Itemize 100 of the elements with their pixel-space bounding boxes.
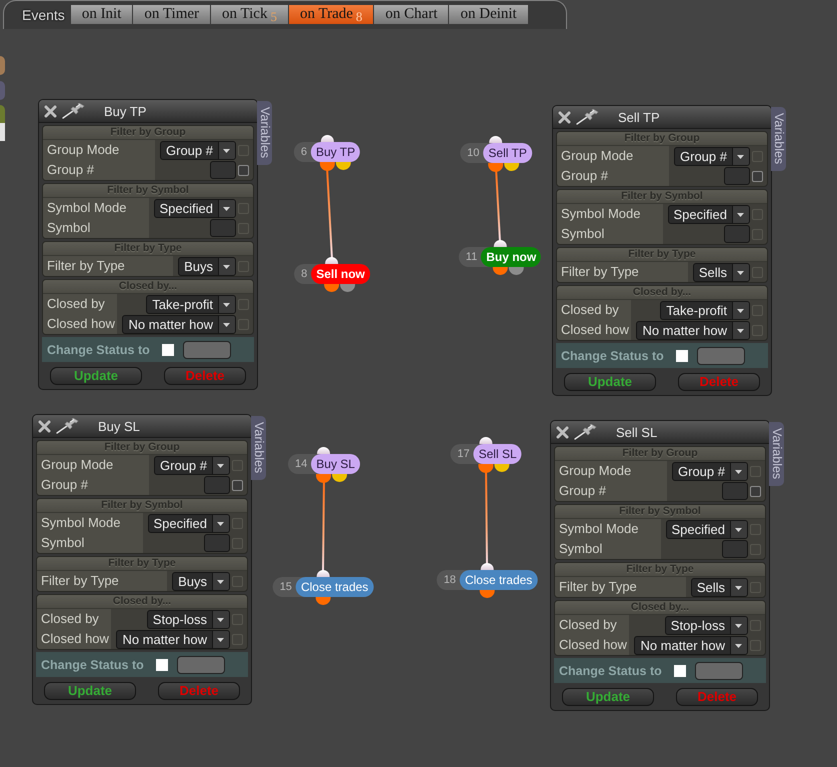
node-body[interactable]: 8 Sell now [294,264,370,284]
dropdown[interactable]: Specified [668,204,750,224]
dropdown[interactable]: Specified [666,520,748,538]
node-body[interactable]: 11 Buy now [458,247,542,267]
dropdown[interactable]: No matter how [636,320,750,340]
status-field[interactable] [176,656,225,674]
dropdown[interactable]: Specified [154,198,236,218]
update-button[interactable]: Update [564,373,656,391]
output-port-icon[interactable] [488,163,504,172]
panel-title: Buy SL [98,418,140,434]
event-tab[interactable]: on Chart [374,5,448,24]
node-number: 6 [300,146,308,158]
pin-icon[interactable] [576,109,600,125]
output-port-icon[interactable] [494,464,510,472]
output-port-icon[interactable] [492,267,508,275]
node-body[interactable]: 6 Buy TP [294,142,360,162]
field-label: Symbol Mode [43,198,149,218]
status-field[interactable] [694,662,743,680]
output-port-icon[interactable] [480,590,494,598]
update-button[interactable]: Update [44,682,136,700]
field-label: Closed by [37,609,112,629]
input-field[interactable] [204,534,230,552]
dropdown[interactable]: Stop-loss [664,616,748,634]
dropdown[interactable]: Group # [160,140,236,160]
input-field[interactable] [724,225,750,243]
input-field[interactable] [204,476,230,494]
node-label: Close trades [296,577,374,597]
status-checkbox[interactable] [676,350,688,362]
status-checkbox[interactable] [156,658,168,670]
input-port-icon[interactable] [490,136,502,144]
status-checkbox[interactable] [674,664,686,676]
dropdown[interactable]: No matter how [122,314,236,334]
event-tab[interactable]: on Init [70,5,132,24]
node-body[interactable]: 10 Sell TP [460,143,532,163]
input-field[interactable] [210,219,236,237]
node-label: Buy TP [311,142,360,162]
close-icon[interactable] [38,420,51,432]
variables-tab[interactable]: Variables [257,101,272,165]
input-field[interactable] [724,167,750,185]
dropdown[interactable]: Group # [672,462,748,480]
event-tab[interactable]: on Timer [133,5,210,24]
close-icon[interactable] [558,110,571,124]
output-port-icon[interactable] [336,162,350,170]
dropdown[interactable]: No matter how [634,636,748,654]
node-body[interactable]: 17 Sell SL [450,444,522,464]
dropdown[interactable]: Sells [690,578,748,596]
checkbox[interactable] [238,164,249,176]
partial-node-drawing [0,81,5,100]
input-port-icon[interactable] [318,447,330,455]
update-button[interactable]: Update [50,367,142,385]
output-port-icon[interactable] [478,464,494,473]
dropdown[interactable]: Buys [178,256,236,276]
dropdown[interactable]: Take-profit [146,294,236,314]
output-port-icon[interactable] [508,267,524,275]
output-port-icon[interactable] [340,284,356,292]
dropdown[interactable]: No matter how [116,630,230,648]
caret-icon [212,572,229,590]
variables-tab[interactable]: Variables [251,416,266,480]
input-port-icon[interactable] [480,437,492,445]
node-body[interactable]: 15 Close trades [272,577,374,597]
status-label: Change Status to [47,342,150,356]
input-field[interactable] [722,482,748,500]
caret-icon [218,316,235,332]
dropdown[interactable]: Stop-loss [146,610,230,628]
checkbox[interactable] [752,170,763,182]
node-body[interactable]: 18 Close trades [436,570,538,590]
event-tab[interactable]: on Deinit [449,5,528,24]
status-checkbox[interactable] [162,344,174,356]
pin-icon[interactable] [574,424,598,440]
dropdown[interactable]: Buys [172,572,230,590]
pin-icon[interactable] [56,418,80,434]
status-field[interactable] [696,346,745,364]
output-port-icon[interactable] [316,597,330,605]
dropdown[interactable]: Sells [692,262,750,282]
field-label: Symbol [557,224,663,244]
dropdown[interactable]: Specified [148,514,230,532]
input-field[interactable] [722,540,748,558]
output-port-icon[interactable] [320,162,334,171]
update-button[interactable]: Update [562,688,654,706]
close-icon[interactable] [556,426,569,438]
output-port-icon[interactable] [504,163,520,171]
output-port-icon[interactable] [324,284,340,292]
checkbox[interactable] [750,486,761,496]
close-icon[interactable] [44,104,57,118]
field-label: Filter by Type [37,571,168,591]
status-label: Change Status to [559,664,662,678]
variables-tab[interactable]: Variables [769,422,784,486]
output-port-icon[interactable] [316,474,332,483]
dropdown[interactable]: Group # [674,146,750,166]
dropdown[interactable]: Group # [154,456,230,474]
input-field[interactable] [210,161,236,179]
variables-tab[interactable]: Variables [771,107,786,171]
dropdown[interactable]: Take-profit [660,300,750,320]
caret-icon [732,322,749,338]
pin-icon[interactable] [62,103,86,119]
output-port-icon[interactable] [332,474,348,482]
status-field[interactable] [182,340,231,358]
field-label: Filter by Type [555,577,686,597]
checkbox[interactable] [232,480,243,490]
node-body[interactable]: 14 Buy SL [288,454,360,474]
